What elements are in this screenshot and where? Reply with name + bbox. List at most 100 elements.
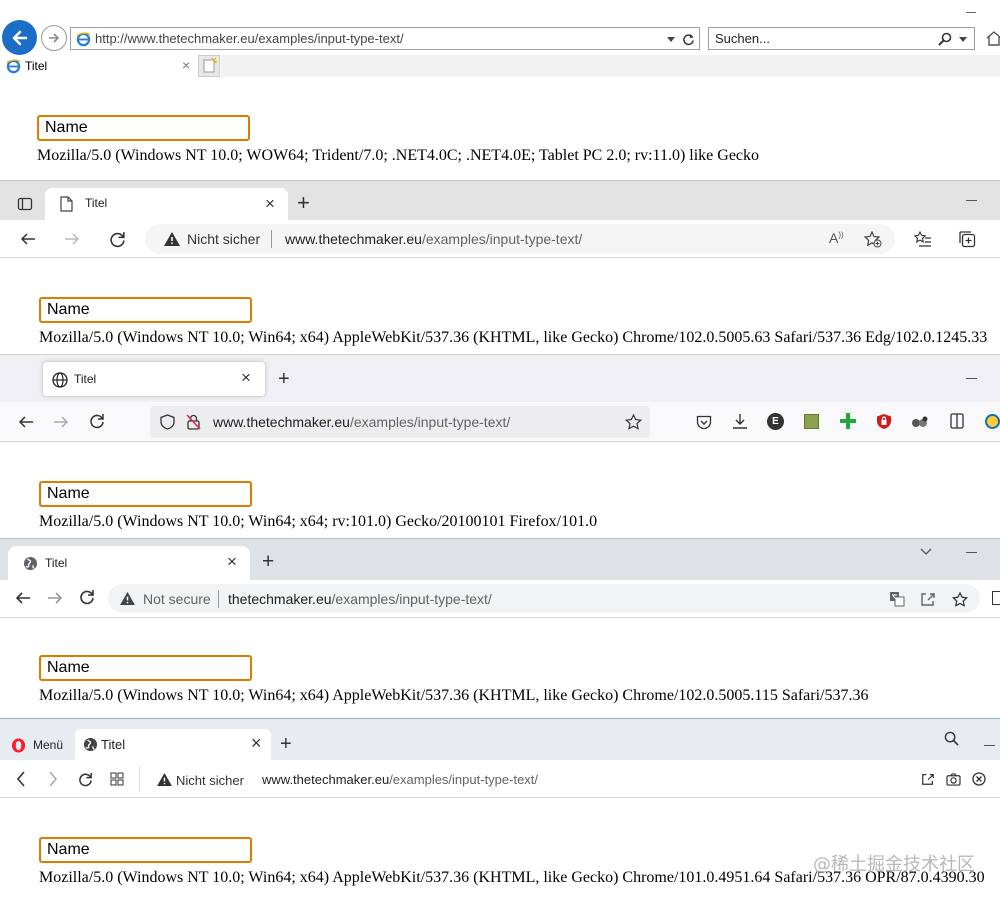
divider [218,590,219,608]
address-bar[interactable]: Not secure thetechmaker.eu/examples/inpu… [108,584,980,613]
read-aloud-icon[interactable]: A)) [829,230,844,246]
vpn-block-icon[interactable] [971,771,987,787]
url-path: /examples/input-type-text/ [421,231,583,247]
new-tab-icon [203,57,218,73]
share-icon[interactable] [919,590,937,608]
minimize-button[interactable] [966,552,977,553]
bookmark-star-icon[interactable] [951,590,969,608]
sidebar-icon[interactable] [948,412,966,430]
extension-colorful-icon[interactable] [984,413,1000,429]
home-icon[interactable] [986,29,1000,47]
forward-button[interactable] [46,589,64,607]
name-text-input[interactable]: Name [37,115,250,141]
refresh-button[interactable] [76,770,94,788]
url-path: /examples/input-type-text/ [389,772,539,787]
tab-title: Titel [85,196,108,210]
extension-e-icon[interactable]: E [767,413,784,430]
new-tab-button[interactable]: + [280,732,292,756]
back-button[interactable] [19,230,37,248]
firefox-tab[interactable]: Titel × [43,362,265,396]
forward-button[interactable] [41,25,67,51]
forward-button[interactable] [63,230,81,248]
close-tab-icon[interactable]: × [265,194,275,214]
search-tabs-icon[interactable] [942,729,960,747]
pocket-icon[interactable] [695,413,713,431]
new-tab-button[interactable]: + [262,550,274,574]
tab-search-icon[interactable] [917,544,935,560]
address-bar[interactable]: www.thetechmaker.eu/examples/input-type-… [150,406,650,438]
shield-icon[interactable] [158,413,176,431]
refresh-icon[interactable] [680,31,696,47]
url-text: thetechmaker.eu/examples/input-type-text… [228,591,492,607]
translate-icon[interactable] [888,590,906,608]
refresh-button[interactable] [78,588,96,606]
refresh-button[interactable] [88,412,106,430]
name-text-input[interactable]: Name [39,837,252,863]
tab-title: Titel [45,556,68,570]
side-panel-icon[interactable] [992,591,1000,605]
back-button[interactable] [17,413,35,431]
send-icon[interactable] [920,771,936,787]
address-bar[interactable]: Nicht sicher www.thetechmaker.eu/example… [145,224,895,254]
address-bar[interactable]: Nicht sicher www.thetechmaker.eu/example… [148,764,1000,794]
user-agent-text: Mozilla/5.0 (Windows NT 10.0; Win64; x64… [39,513,598,530]
search-icon[interactable] [937,31,953,47]
back-button[interactable] [14,589,32,607]
edge-tab[interactable]: Titel × [45,188,288,220]
refresh-icon [78,772,92,786]
minimize-button[interactable] [984,745,995,746]
divider [271,230,272,248]
minimize-button[interactable] [966,378,977,379]
extension-shield-icon[interactable] [875,412,893,430]
dropdown-arrow-icon[interactable] [665,32,677,46]
opera-tab[interactable]: Titel × [75,729,271,760]
insecure-lock-icon[interactable] [184,413,202,431]
globe-icon [51,371,68,388]
globe-icon [82,736,99,753]
minimize-button[interactable] [966,12,976,13]
minimize-button[interactable] [966,200,977,201]
security-label[interactable]: Nicht sicher [187,231,260,247]
back-button[interactable] [2,20,37,55]
new-tab-button[interactable]: + [297,191,310,215]
refresh-button[interactable] [107,229,127,249]
name-text-input[interactable]: Name [39,297,252,323]
tab-grid-icon[interactable] [108,770,126,788]
back-button[interactable] [13,770,29,788]
address-bar[interactable]: http://www.thetechmaker.eu/examples/inpu… [70,27,700,50]
extension-gray-icon[interactable] [910,413,930,431]
camera-icon[interactable] [945,771,961,787]
forward-button[interactable] [52,413,70,431]
tab-title: Titel [101,737,126,752]
tab-title: Titel [25,59,48,73]
new-tab-button[interactable]: + [278,367,290,391]
close-tab-icon[interactable]: × [251,733,262,754]
name-text-input[interactable]: Name [39,655,252,681]
search-dropdown-icon[interactable] [957,32,969,46]
tab-actions-icon[interactable] [16,195,34,213]
add-favorite-icon[interactable] [863,230,883,248]
warning-icon [156,772,172,786]
forward-button[interactable] [45,770,61,788]
download-icon[interactable] [731,412,749,430]
name-text-input[interactable]: Name [39,481,252,507]
bookmark-star-icon[interactable] [624,413,642,431]
extension-plus-icon[interactable] [838,411,858,431]
extension-green-square-icon[interactable] [804,414,819,429]
url-text: www.thetechmaker.eu/examples/input-type-… [213,414,510,430]
chrome-tab[interactable]: Titel × [8,546,250,580]
menu-label: Menü [33,738,64,752]
watermark: @稀土掘金技术社区 [813,854,975,875]
ie-tab[interactable]: Titel × [0,55,197,77]
new-tab-button[interactable] [198,55,220,77]
ie-page-icon [75,31,91,47]
security-label[interactable]: Not secure [143,591,211,607]
favorites-icon[interactable] [913,229,933,249]
close-tab-icon[interactable]: × [241,368,251,388]
security-label[interactable]: Nicht sicher [176,773,244,788]
close-tab-icon[interactable]: × [182,57,190,73]
collections-icon[interactable] [957,229,977,249]
close-tab-icon[interactable]: × [227,552,237,572]
search-box[interactable]: Suchen... [708,27,975,50]
user-agent-text: Mozilla/5.0 (Windows NT 10.0; Win64; x64… [39,329,988,346]
